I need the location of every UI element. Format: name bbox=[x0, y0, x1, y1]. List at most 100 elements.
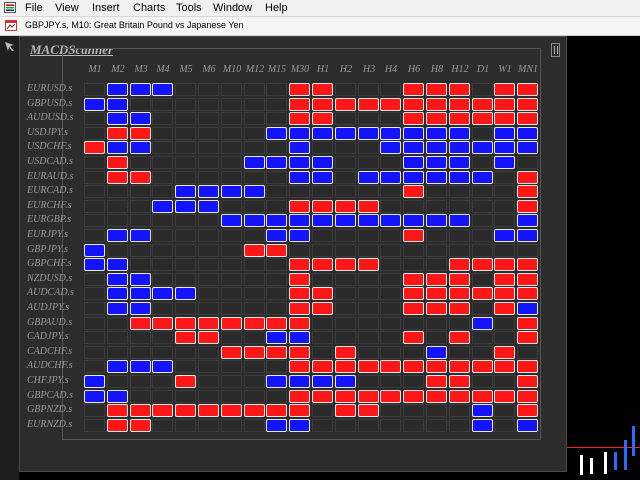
signal-cell-bullish[interactable] bbox=[449, 375, 470, 388]
signal-cell-bullish[interactable] bbox=[358, 360, 379, 373]
signal-cell-empty[interactable] bbox=[426, 229, 447, 242]
signal-cell-empty[interactable] bbox=[380, 317, 401, 330]
signal-cell-empty[interactable] bbox=[472, 156, 493, 169]
signal-cell-bearish[interactable] bbox=[494, 127, 515, 140]
signal-cell-empty[interactable] bbox=[494, 419, 515, 432]
signal-cell-empty[interactable] bbox=[175, 390, 196, 403]
signal-cell-empty[interactable] bbox=[426, 244, 447, 257]
signal-cell-empty[interactable] bbox=[221, 375, 242, 388]
signal-cell-bullish[interactable] bbox=[244, 404, 265, 417]
signal-cell-empty[interactable] bbox=[312, 419, 333, 432]
signal-cell-empty[interactable] bbox=[107, 346, 128, 359]
signal-cell-bearish[interactable] bbox=[266, 229, 287, 242]
signal-cell-bearish[interactable] bbox=[517, 214, 538, 227]
signal-cell-empty[interactable] bbox=[380, 302, 401, 315]
signal-cell-bullish[interactable] bbox=[426, 112, 447, 125]
signal-cell-empty[interactable] bbox=[449, 419, 470, 432]
signal-cell-bearish[interactable] bbox=[107, 229, 128, 242]
signal-cell-bearish[interactable] bbox=[426, 141, 447, 154]
signal-cell-empty[interactable] bbox=[289, 244, 310, 257]
signal-cell-bearish[interactable] bbox=[426, 127, 447, 140]
signal-cell-bearish[interactable] bbox=[449, 214, 470, 227]
signal-cell-bullish[interactable] bbox=[494, 346, 515, 359]
signal-cell-empty[interactable] bbox=[84, 419, 105, 432]
signal-cell-empty[interactable] bbox=[84, 302, 105, 315]
signal-cell-empty[interactable] bbox=[380, 185, 401, 198]
signal-cell-empty[interactable] bbox=[335, 331, 356, 344]
signal-cell-empty[interactable] bbox=[175, 171, 196, 184]
signal-cell-bullish[interactable] bbox=[517, 171, 538, 184]
signal-cell-empty[interactable] bbox=[266, 200, 287, 213]
signal-cell-bullish[interactable] bbox=[517, 375, 538, 388]
signal-cell-empty[interactable] bbox=[335, 141, 356, 154]
signal-cell-bearish[interactable] bbox=[426, 171, 447, 184]
signal-cell-bearish[interactable] bbox=[266, 419, 287, 432]
signal-cell-bearish[interactable] bbox=[472, 171, 493, 184]
signal-cell-empty[interactable] bbox=[472, 214, 493, 227]
signal-cell-empty[interactable] bbox=[198, 287, 219, 300]
signal-cell-bearish[interactable] bbox=[130, 360, 151, 373]
signal-cell-bearish[interactable] bbox=[84, 244, 105, 257]
signal-cell-empty[interactable] bbox=[221, 419, 242, 432]
signal-cell-bullish[interactable] bbox=[266, 244, 287, 257]
signal-cell-empty[interactable] bbox=[449, 317, 470, 330]
signal-cell-empty[interactable] bbox=[266, 390, 287, 403]
signal-cell-empty[interactable] bbox=[198, 375, 219, 388]
signal-cell-bearish[interactable] bbox=[517, 419, 538, 432]
signal-cell-empty[interactable] bbox=[449, 244, 470, 257]
signal-cell-bullish[interactable] bbox=[380, 390, 401, 403]
signal-cell-empty[interactable] bbox=[472, 302, 493, 315]
signal-cell-bearish[interactable] bbox=[152, 287, 173, 300]
signal-cell-empty[interactable] bbox=[403, 404, 424, 417]
signal-cell-empty[interactable] bbox=[266, 83, 287, 96]
signal-cell-bullish[interactable] bbox=[449, 302, 470, 315]
signal-cell-bullish[interactable] bbox=[289, 317, 310, 330]
signal-cell-bullish[interactable] bbox=[426, 83, 447, 96]
signal-cell-empty[interactable] bbox=[175, 214, 196, 227]
signal-cell-empty[interactable] bbox=[358, 141, 379, 154]
signal-cell-bearish[interactable] bbox=[449, 171, 470, 184]
signal-cell-empty[interactable] bbox=[472, 331, 493, 344]
signal-cell-empty[interactable] bbox=[198, 302, 219, 315]
signal-cell-empty[interactable] bbox=[472, 127, 493, 140]
signal-cell-empty[interactable] bbox=[84, 200, 105, 213]
signal-cell-bullish[interactable] bbox=[517, 404, 538, 417]
signal-cell-empty[interactable] bbox=[130, 244, 151, 257]
signal-cell-bearish[interactable] bbox=[426, 346, 447, 359]
signal-cell-bearish[interactable] bbox=[107, 258, 128, 271]
signal-cell-bullish[interactable] bbox=[152, 317, 173, 330]
menu-insert[interactable]: Insert bbox=[92, 1, 120, 15]
signal-cell-empty[interactable] bbox=[130, 331, 151, 344]
signal-cell-bearish[interactable] bbox=[335, 375, 356, 388]
signal-cell-empty[interactable] bbox=[152, 214, 173, 227]
signal-cell-empty[interactable] bbox=[335, 185, 356, 198]
signal-cell-bearish[interactable] bbox=[266, 156, 287, 169]
signal-cell-bullish[interactable] bbox=[335, 98, 356, 111]
signal-cell-bullish[interactable] bbox=[403, 302, 424, 315]
signal-cell-bearish[interactable] bbox=[403, 156, 424, 169]
signal-cell-empty[interactable] bbox=[244, 302, 265, 315]
signal-cell-empty[interactable] bbox=[130, 185, 151, 198]
signal-cell-empty[interactable] bbox=[380, 346, 401, 359]
signal-cell-bearish[interactable] bbox=[107, 360, 128, 373]
signal-cell-empty[interactable] bbox=[84, 360, 105, 373]
signal-cell-empty[interactable] bbox=[175, 302, 196, 315]
signal-cell-empty[interactable] bbox=[335, 83, 356, 96]
signal-cell-empty[interactable] bbox=[130, 200, 151, 213]
signal-cell-empty[interactable] bbox=[130, 214, 151, 227]
signal-cell-bullish[interactable] bbox=[472, 287, 493, 300]
signal-cell-empty[interactable] bbox=[403, 375, 424, 388]
signal-cell-empty[interactable] bbox=[380, 229, 401, 242]
panel-minimize-button[interactable] bbox=[551, 43, 560, 57]
signal-cell-empty[interactable] bbox=[221, 229, 242, 242]
signal-cell-bearish[interactable] bbox=[107, 83, 128, 96]
signal-cell-empty[interactable] bbox=[107, 317, 128, 330]
signal-cell-empty[interactable] bbox=[107, 214, 128, 227]
signal-cell-empty[interactable] bbox=[266, 287, 287, 300]
signal-cell-bullish[interactable] bbox=[426, 98, 447, 111]
signal-cell-empty[interactable] bbox=[198, 112, 219, 125]
signal-cell-bullish[interactable] bbox=[517, 317, 538, 330]
signal-cell-bullish[interactable] bbox=[312, 360, 333, 373]
signal-cell-bullish[interactable] bbox=[517, 98, 538, 111]
signal-cell-bullish[interactable] bbox=[289, 83, 310, 96]
